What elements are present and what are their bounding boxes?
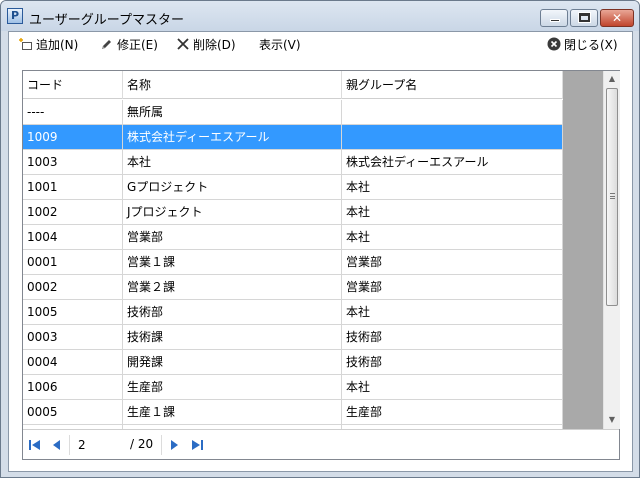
cell-name: 本社 xyxy=(123,150,342,174)
table-row[interactable]: 0003 技術課 技術部 xyxy=(23,325,563,350)
cell-name: 営業２課 xyxy=(123,275,342,299)
delete-button[interactable]: 削除(D) xyxy=(176,36,236,54)
table-row[interactable]: 1006 生産部 本社 xyxy=(23,375,563,400)
window-close-button[interactable]: ✕ xyxy=(600,9,634,27)
maximize-button[interactable] xyxy=(570,9,598,27)
cell-name: 無所属 xyxy=(123,100,342,124)
cell-code: 0003 xyxy=(23,325,123,349)
cell-parent: 本社 xyxy=(342,200,563,224)
minimize-icon xyxy=(550,19,560,22)
add-icon xyxy=(19,37,33,51)
cell-name: 生産部 xyxy=(123,375,342,399)
cell-code: ---- xyxy=(23,100,123,124)
close-label: 閉じる(X) xyxy=(564,38,618,52)
cell-name: 生産１課 xyxy=(123,400,342,424)
table-row[interactable]: ---- 無所属 xyxy=(23,100,563,125)
vertical-scrollbar[interactable]: ▲ ▼ xyxy=(603,71,620,429)
next-page-icon[interactable] xyxy=(167,438,181,452)
first-page-icon[interactable] xyxy=(28,438,42,452)
minimize-button[interactable] xyxy=(540,9,568,27)
group-grid: コード 名称 親グループ名 ---- 無所属 1009 株式会社ディーエスアール 100… xyxy=(22,70,620,460)
scroll-thumb[interactable] xyxy=(606,88,618,306)
cell-code: 0002 xyxy=(23,275,123,299)
cell-parent xyxy=(342,100,563,124)
scroll-down-arrow-icon[interactable]: ▼ xyxy=(604,412,620,428)
cell-name: 株式会社ディーエスアール xyxy=(123,125,342,149)
column-header-name[interactable]: 名称 xyxy=(123,71,342,99)
cell-parent xyxy=(342,125,563,149)
window-title: ユーザーグループマスター xyxy=(29,13,184,28)
pager: / 20 xyxy=(23,429,619,459)
cell-name: 開発課 xyxy=(123,350,342,374)
table-row[interactable]: 0004 開発課 技術部 xyxy=(23,350,563,375)
edit-label: 修正(E) xyxy=(117,38,158,52)
cell-code: 0005 xyxy=(23,400,123,424)
scroll-up-arrow-icon[interactable]: ▲ xyxy=(604,71,620,87)
title-bar[interactable]: P ユーザーグループマスター ✕ xyxy=(1,1,639,31)
maximize-icon xyxy=(578,12,591,23)
cell-parent: 本社 xyxy=(342,300,563,324)
pager-divider xyxy=(69,435,70,455)
close-button[interactable]: 閉じる(X) xyxy=(547,36,618,54)
app-icon[interactable]: P xyxy=(7,8,23,24)
table-row[interactable]: 1003 本社 株式会社ディーエスアール xyxy=(23,150,563,175)
page-total: / 20 xyxy=(130,437,154,451)
last-page-icon[interactable] xyxy=(190,438,204,452)
cell-parent: 本社 xyxy=(342,375,563,399)
column-header-parent[interactable]: 親グループ名 xyxy=(342,71,563,99)
pencil-icon xyxy=(100,37,114,51)
cell-name: 技術部 xyxy=(123,300,342,324)
delete-label: 削除(D) xyxy=(193,38,236,52)
column-header-code[interactable]: コード xyxy=(23,71,123,99)
add-button[interactable]: 追加(N) xyxy=(19,36,78,54)
cell-parent: 営業部 xyxy=(342,275,563,299)
view-menu-button[interactable]: 表示(V) xyxy=(259,36,301,54)
grip-icon xyxy=(610,193,615,199)
cell-name: 営業１課 xyxy=(123,250,342,274)
cell-parent: 技術部 xyxy=(342,325,563,349)
table-row[interactable]: 0005 生産１課 生産部 xyxy=(23,400,563,425)
cell-code: 1002 xyxy=(23,200,123,224)
close-circle-icon xyxy=(547,37,561,51)
cell-code: 1004 xyxy=(23,225,123,249)
cell-code: 1003 xyxy=(23,150,123,174)
cell-code: 1006 xyxy=(23,375,123,399)
delete-x-icon xyxy=(176,37,190,51)
cell-parent: 営業部 xyxy=(342,250,563,274)
view-label: 表示(V) xyxy=(259,38,301,52)
cell-parent: 株式会社ディーエスアール xyxy=(342,150,563,174)
close-icon: ✕ xyxy=(611,11,623,25)
grid-body: コード 名称 親グループ名 ---- 無所属 1009 株式会社ディーエスアール 100… xyxy=(23,71,563,429)
table-row[interactable]: 1005 技術部 本社 xyxy=(23,300,563,325)
pager-divider xyxy=(161,435,162,455)
edit-button[interactable]: 修正(E) xyxy=(100,36,158,54)
cell-code: 1001 xyxy=(23,175,123,199)
cell-name: Gプロジェクト xyxy=(123,175,342,199)
table-row[interactable]: 0002 営業２課 営業部 xyxy=(23,275,563,300)
add-label: 追加(N) xyxy=(36,38,79,52)
cell-name: 営業部 xyxy=(123,225,342,249)
content-area: 追加(N) 修正(E) 削除(D) 表示(V) 閉じる(X) コード 名称 親グ… xyxy=(8,31,633,472)
table-row[interactable]: 1001 Gプロジェクト 本社 xyxy=(23,175,563,200)
cell-parent: 技術部 xyxy=(342,350,563,374)
main-window: P ユーザーグループマスター ✕ 追加(N) 修正(E) 削除(D) 表示(V)… xyxy=(0,0,640,478)
table-row[interactable]: 1004 営業部 本社 xyxy=(23,225,563,250)
table-row[interactable]: 1009 株式会社ディーエスアール xyxy=(23,125,563,150)
cell-code: 0004 xyxy=(23,350,123,374)
grid-header: コード 名称 親グループ名 xyxy=(23,71,563,99)
table-row[interactable]: 0001 営業１課 営業部 xyxy=(23,250,563,275)
cell-name: 技術課 xyxy=(123,325,342,349)
previous-page-icon[interactable] xyxy=(50,438,64,452)
toolbar: 追加(N) 修正(E) 削除(D) 表示(V) 閉じる(X) xyxy=(9,32,632,58)
cell-parent: 生産部 xyxy=(342,400,563,424)
table-row[interactable]: 1002 Jプロジェクト 本社 xyxy=(23,200,563,225)
cell-name: Jプロジェクト xyxy=(123,200,342,224)
cell-parent: 本社 xyxy=(342,175,563,199)
cell-code: 1005 xyxy=(23,300,123,324)
cell-parent: 本社 xyxy=(342,225,563,249)
cell-code: 1009 xyxy=(23,125,123,149)
page-number-input[interactable] xyxy=(73,434,127,455)
cell-code: 0001 xyxy=(23,250,123,274)
